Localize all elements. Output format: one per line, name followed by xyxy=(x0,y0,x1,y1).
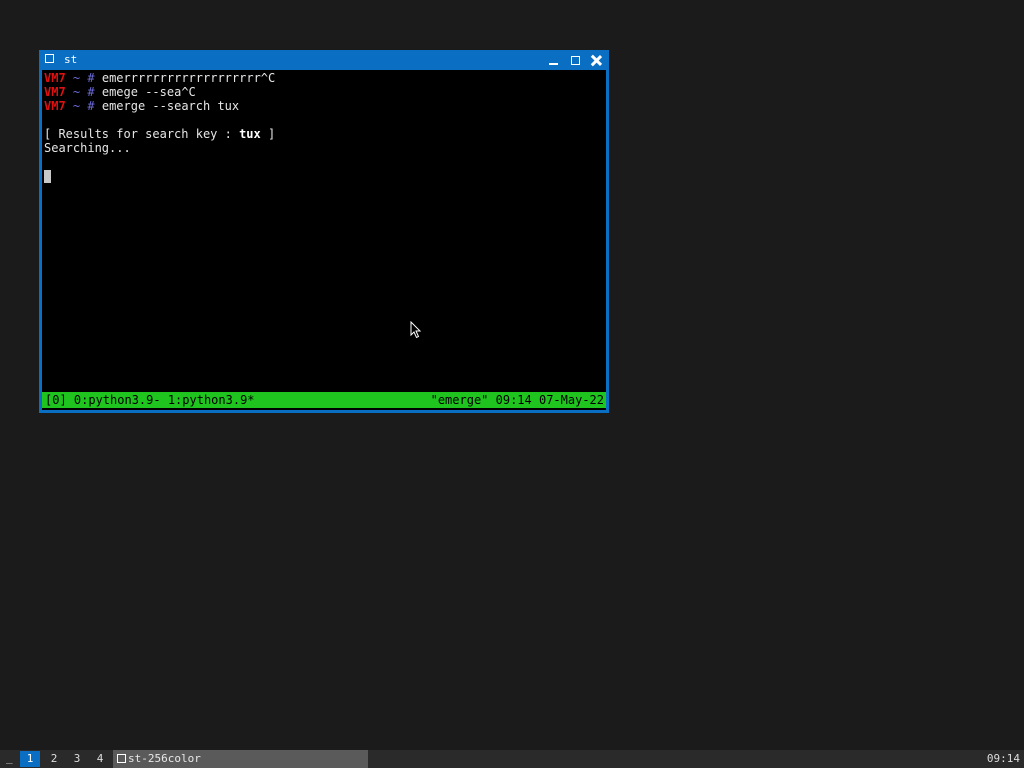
results-suffix: ] xyxy=(260,127,276,141)
window-icon[interactable] xyxy=(45,54,54,63)
prompt-dir: ~ xyxy=(72,71,81,85)
prompt-host: VM7 xyxy=(44,99,66,113)
task-st-256color[interactable]: st-256color xyxy=(113,750,368,768)
terminal-area[interactable]: VM7 ~ # emerrrrrrrrrrrrrrrrrrr^C VM7 ~ #… xyxy=(42,70,606,410)
prompt-symbol: # xyxy=(87,85,95,99)
tmux-window-list[interactable]: [0] 0:python3.9- 1:python3.9* xyxy=(45,392,255,408)
clock: 09:14 xyxy=(986,752,1020,765)
workspace-4[interactable]: 4 xyxy=(90,751,110,767)
close-button[interactable] xyxy=(588,52,604,68)
maximize-button[interactable] xyxy=(567,52,583,68)
results-header: [ Results for search key : tux ] xyxy=(44,127,275,141)
workspace-1[interactable]: 1 xyxy=(20,751,40,767)
prompt-dir: ~ xyxy=(72,85,81,99)
command-text: emege --sea^C xyxy=(101,85,196,99)
results-prefix: [ Results for search key : xyxy=(44,127,240,141)
prompt-host: VM7 xyxy=(44,71,66,85)
command-text: emerrrrrrrrrrrrrrrrrrr^C xyxy=(101,71,276,85)
close-icon xyxy=(591,55,602,66)
workspace-2[interactable]: 2 xyxy=(44,751,64,767)
window-title: st xyxy=(64,53,78,66)
tmux-status-bar: [0] 0:python3.9- 1:python3.9* "emerge" 0… xyxy=(42,392,606,408)
window-titlebar[interactable]: st xyxy=(39,50,609,70)
task-label: st-256color xyxy=(128,752,201,765)
maximize-icon xyxy=(570,55,580,65)
command-text: emerge --search tux xyxy=(101,99,240,113)
mouse-pointer-icon xyxy=(410,321,422,339)
text-cursor xyxy=(44,170,51,183)
terminal-line: VM7 ~ # emege --sea^C xyxy=(44,85,196,99)
prompt-host: VM7 xyxy=(44,85,66,99)
prompt-symbol: # xyxy=(87,71,95,85)
tmux-status-right: "emerge" 09:14 07-May-22 xyxy=(430,393,604,407)
minimize-icon xyxy=(548,63,558,65)
terminal-line: VM7 ~ # emerrrrrrrrrrrrrrrrrrr^C xyxy=(44,71,275,85)
terminal-line: VM7 ~ # emerge --search tux xyxy=(44,99,239,113)
prompt-dir: ~ xyxy=(72,99,81,113)
workspace-3[interactable]: 3 xyxy=(67,751,87,767)
st-window[interactable]: st VM7 ~ # emerrrrrrrrrrrrrrrrrrr^C VM7 … xyxy=(39,50,609,413)
minimize-button[interactable] xyxy=(545,52,561,68)
task-window-icon xyxy=(117,754,126,763)
prompt-symbol: # xyxy=(87,99,95,113)
results-key: tux xyxy=(239,127,261,141)
menu-button[interactable]: _ xyxy=(6,750,18,768)
searching-text: Searching... xyxy=(44,141,131,155)
taskbar: _ 1 2 3 4 st-256color 09:14 xyxy=(0,750,1024,768)
